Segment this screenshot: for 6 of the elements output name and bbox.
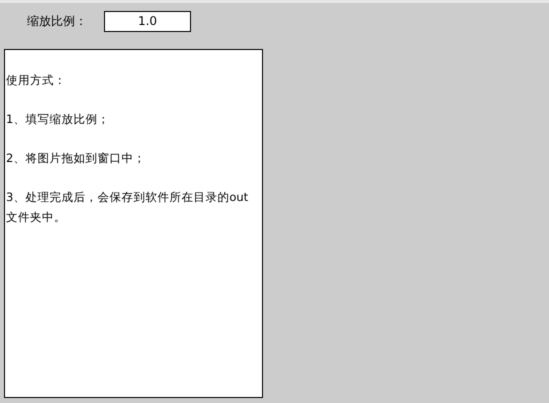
instruction-text: 使用方式： bbox=[6, 72, 67, 89]
instruction-text: 1、填写缩放比例； bbox=[6, 111, 110, 128]
scale-label: 缩放比例： bbox=[27, 12, 88, 30]
instruction-text: 2、将图片拖如到窗口中； bbox=[6, 150, 146, 167]
instruction-text: 3、处理完成后，会保存到软件所在目录的out文件夹中。 bbox=[6, 189, 250, 226]
scale-input-field[interactable]: 1.0 bbox=[104, 10, 191, 32]
